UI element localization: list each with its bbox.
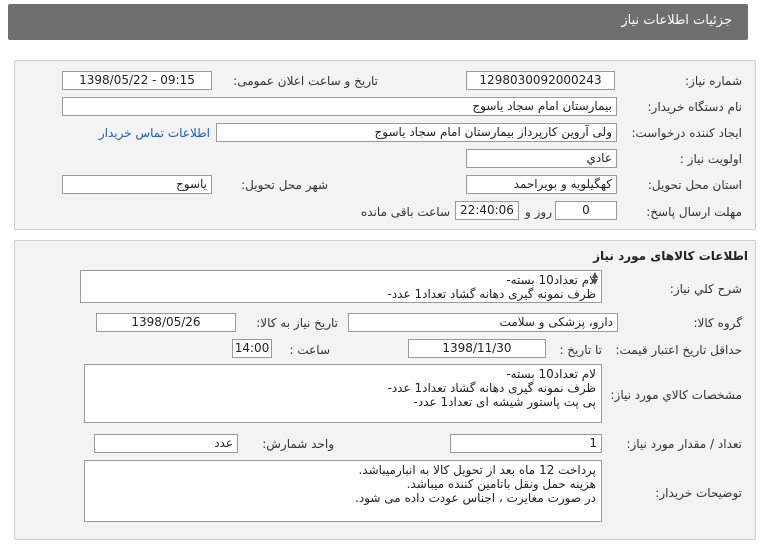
scroll-arrows-icon[interactable]: ▲ ▼ [589,271,601,287]
general-desc-field: لام تعداد10 بسته- ظرف نمونه گیری دهانه گ… [80,270,602,303]
days-label: روز و [525,205,552,219]
page-title: جزئیات اطلاعات نیاز [621,13,732,28]
spec-line: پی پت پاستور شیشه ای تعداد1 عدد- [413,395,596,409]
general-desc-line: لام تعداد10 بسته- [506,273,596,287]
priority-field: عادي [466,149,617,168]
buyer-note-line: در صورت مغایرت ، اجناس عودت داده می شود. [355,491,596,505]
need-number-field: 1298030092000243 [466,71,615,90]
buyer-contact-link[interactable]: اطلاعات تماس خریدار [99,126,210,140]
buyer-note-line: پرداخت 12 ماه بعد از تحویل کالا به انبار… [358,463,596,477]
buyer-notes-label: توضیحات خریدار: [655,486,742,500]
days-remaining-field: 0 [555,201,617,220]
province-label: استان محل تحویل: [647,178,742,192]
page-title-bar: جزئیات اطلاعات نیاز [8,4,748,40]
announce-datetime-label: تاریخ و ساعت اعلان عمومی: [233,74,378,88]
creator-label: ایجاد کننده درخواست: [631,126,742,140]
city-label: شهر محل تحویل: [241,178,328,192]
buyer-notes-field: پرداخت 12 ماه بعد از تحویل کالا به انبار… [84,460,602,522]
priority-label: اولویت نیاز : [679,152,742,166]
unit-field: عدد [94,434,238,453]
buyer-org-label: نام دستگاه خریدار: [647,100,743,114]
announce-datetime-field: 1398/05/22 - 09:15 [62,71,212,90]
spec-line: لام تعداد10 بسته- [506,367,596,381]
need-date-field: 1398/05/26 [96,313,236,332]
spec-field: لام تعداد10 بسته- ظرف نمونه گیری دهانه گ… [84,364,602,423]
creator-field: ولی آروین کارپرداز بیمارستان امام سجاد ی… [216,123,617,142]
remaining-label: ساعت باقی مانده [360,205,450,219]
quantity-label: تعداد / مقدار مورد نیاز: [626,437,742,451]
goods-group-label: گروه کالا: [693,316,743,330]
province-field: کهگیلویه و بویراحمد [466,175,617,194]
deadline-label: مهلت ارسال پاسخ: [646,205,742,219]
spec-label: مشخصات کالاي مورد نياز: [610,388,742,402]
hour-label: ساعت : [289,343,330,357]
price-validity-label: حداقل تاریخ اعتبار قیمت: [615,343,742,357]
time-remaining-field: 22:40:06 [455,201,519,220]
until-date-label: تا تاریخ : [559,343,602,357]
need-number-label: شماره نیاز: [685,74,742,88]
general-desc-line: ظرف نمونه گیری دهانه گشاد تعداد1 عدد- [387,287,597,301]
city-field: یاسوج [62,175,212,194]
buyer-org-field: بیمارستان امام سجاد یاسوج [62,97,617,116]
general-desc-label: شرح کلي نياز: [669,282,742,296]
goods-group-field: دارو، پزشکی و سلامت [348,313,618,332]
until-date-field: 1398/11/30 [408,339,546,358]
hour-field: 14:00 [232,339,272,358]
quantity-field: 1 [450,434,602,453]
goods-section-title: اطلاعات کالاهای مورد نیاز [593,249,748,263]
buyer-note-line: هزینه حمل ونقل باتامین کننده میباشد. [406,477,596,491]
spec-line: ظرف نمونه گیری دهانه گشاد تعداد1 عدد- [387,381,597,395]
unit-label: واحد شمارش: [262,437,334,451]
need-date-label: تاریخ نیاز به کالا: [256,316,338,330]
